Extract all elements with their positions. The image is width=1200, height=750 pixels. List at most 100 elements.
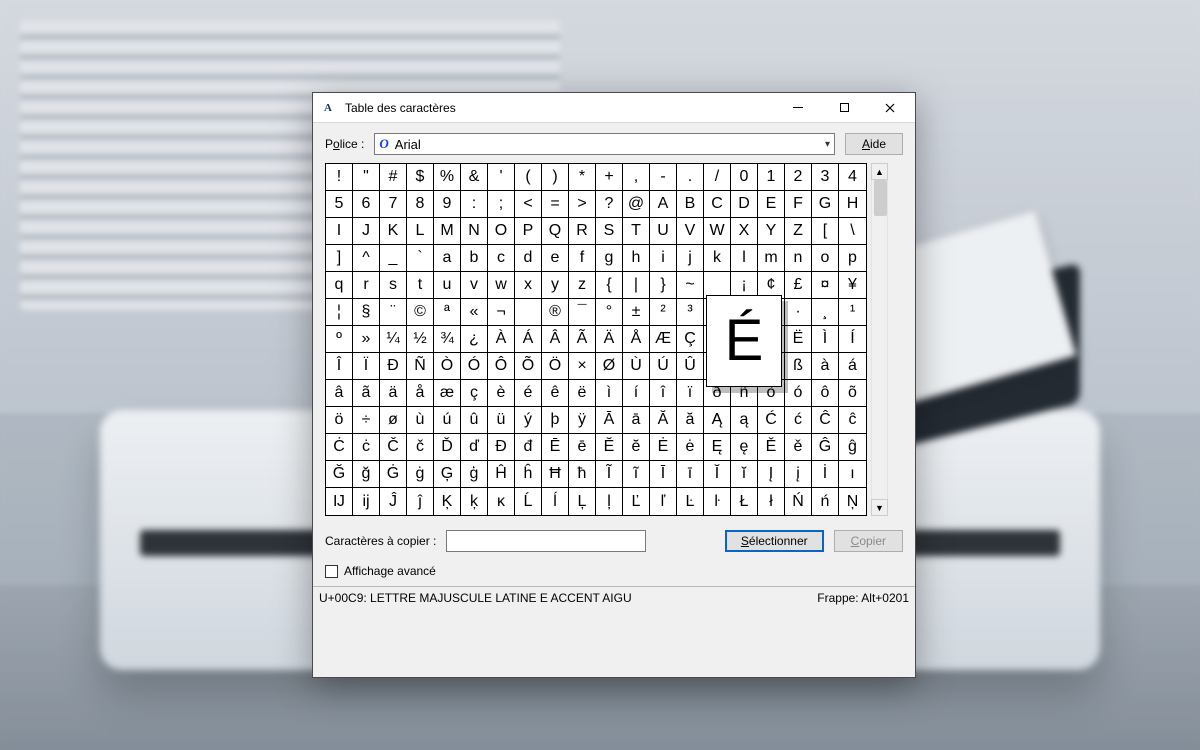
char-cell[interactable]: = — [542, 191, 569, 218]
char-cell[interactable]: £ — [785, 272, 812, 299]
char-cell[interactable]: H — [839, 191, 866, 218]
char-cell[interactable]: S — [596, 218, 623, 245]
char-cell[interactable]: v — [461, 272, 488, 299]
char-cell[interactable]: Ĳ — [326, 488, 353, 515]
char-cell[interactable]: ľ — [650, 488, 677, 515]
char-cell[interactable]: æ — [434, 380, 461, 407]
char-cell[interactable]: Ņ — [839, 488, 866, 515]
char-cell[interactable]: ô — [812, 380, 839, 407]
char-cell[interactable]: Ď — [434, 434, 461, 461]
char-cell[interactable]: Î — [326, 353, 353, 380]
char-cell[interactable]: @ — [623, 191, 650, 218]
char-cell[interactable]: ĉ — [839, 407, 866, 434]
char-cell[interactable]: & — [461, 164, 488, 191]
char-cell[interactable]: ­ — [515, 299, 542, 326]
char-cell[interactable]: Ĩ — [596, 461, 623, 488]
char-cell[interactable]: ī — [677, 461, 704, 488]
char-cell[interactable]: Æ — [650, 326, 677, 353]
char-cell[interactable]: 4 — [839, 164, 866, 191]
char-cell[interactable]: Ĝ — [812, 434, 839, 461]
char-cell[interactable]: À — [488, 326, 515, 353]
char-cell[interactable]: J — [353, 218, 380, 245]
char-cell[interactable]: [ — [812, 218, 839, 245]
char-cell[interactable]: ¤ — [812, 272, 839, 299]
char-cell[interactable]: < — [515, 191, 542, 218]
char-cell[interactable]: | — [623, 272, 650, 299]
char-cell[interactable]: Í — [839, 326, 866, 353]
char-cell[interactable]: u — [434, 272, 461, 299]
char-cell[interactable]: ĕ — [623, 434, 650, 461]
char-cell[interactable]: ď — [461, 434, 488, 461]
char-cell[interactable]: é — [515, 380, 542, 407]
char-cell[interactable]: d — [515, 245, 542, 272]
char-cell[interactable]: Ĭ — [704, 461, 731, 488]
char-cell[interactable]: y — [542, 272, 569, 299]
char-cell[interactable]: à — [812, 353, 839, 380]
char-cell[interactable]: × — [569, 353, 596, 380]
char-cell[interactable]: ı — [839, 461, 866, 488]
scroll-thumb[interactable] — [874, 180, 887, 216]
char-cell[interactable]: z — [569, 272, 596, 299]
char-cell[interactable]: è — [488, 380, 515, 407]
maximize-button[interactable] — [821, 93, 867, 123]
char-cell[interactable]: Q — [542, 218, 569, 245]
char-cell[interactable]: K — [380, 218, 407, 245]
char-cell[interactable]: ē — [569, 434, 596, 461]
char-cell[interactable]: ĺ — [542, 488, 569, 515]
char-cell[interactable]: ú — [434, 407, 461, 434]
char-cell[interactable]: G — [812, 191, 839, 218]
char-cell[interactable]: ~ — [677, 272, 704, 299]
char-cell[interactable]: Ñ — [407, 353, 434, 380]
char-cell[interactable]: P — [515, 218, 542, 245]
char-cell[interactable]: s — [380, 272, 407, 299]
char-cell[interactable]: « — [461, 299, 488, 326]
minimize-button[interactable] — [775, 93, 821, 123]
char-cell[interactable]: û — [461, 407, 488, 434]
char-cell[interactable]: Ģ — [434, 461, 461, 488]
char-cell[interactable]: ß — [785, 353, 812, 380]
char-cell[interactable]: I — [326, 218, 353, 245]
char-cell[interactable]: Â — [542, 326, 569, 353]
char-cell[interactable]: å — [407, 380, 434, 407]
char-cell[interactable]: ā — [623, 407, 650, 434]
char-cell[interactable]: , — [623, 164, 650, 191]
char-cell[interactable]: b — [461, 245, 488, 272]
font-dropdown[interactable]: O Arial ▾ — [374, 133, 835, 155]
char-cell[interactable]: Ĕ — [596, 434, 623, 461]
char-cell[interactable]: ª — [434, 299, 461, 326]
char-cell[interactable]: į — [785, 461, 812, 488]
char-cell[interactable]: Ŀ — [677, 488, 704, 515]
titlebar[interactable]: A Table des caractères — [313, 93, 915, 123]
char-cell[interactable]: î — [650, 380, 677, 407]
char-cell[interactable]: g — [596, 245, 623, 272]
char-cell[interactable]: ¼ — [380, 326, 407, 353]
char-cell[interactable]: ø — [380, 407, 407, 434]
char-cell[interactable]: ? — [596, 191, 623, 218]
char-cell[interactable]: ± — [623, 299, 650, 326]
char-cell[interactable]: R — [569, 218, 596, 245]
char-cell[interactable]: ã — [353, 380, 380, 407]
char-cell[interactable]: O — [488, 218, 515, 245]
char-cell[interactable]: 9 — [434, 191, 461, 218]
char-cell[interactable]: ï — [677, 380, 704, 407]
char-cell[interactable]: Ö — [542, 353, 569, 380]
char-cell[interactable]: 3 — [812, 164, 839, 191]
char-cell[interactable]: ¸ — [812, 299, 839, 326]
char-cell[interactable]: Ð — [380, 353, 407, 380]
char-cell[interactable]: ć — [785, 407, 812, 434]
char-cell[interactable]: ® — [542, 299, 569, 326]
char-cell[interactable]: c — [488, 245, 515, 272]
char-cell[interactable]: ^ — [353, 245, 380, 272]
char-cell[interactable]: đ — [515, 434, 542, 461]
scroll-track[interactable] — [871, 180, 888, 499]
char-cell[interactable]: Ĉ — [812, 407, 839, 434]
char-cell[interactable]: L — [407, 218, 434, 245]
char-cell[interactable]: > — [569, 191, 596, 218]
char-cell[interactable]: n — [785, 245, 812, 272]
help-button[interactable]: Aide — [845, 133, 903, 155]
char-cell[interactable]: í — [623, 380, 650, 407]
char-cell[interactable]: Ì — [812, 326, 839, 353]
char-cell[interactable]: C — [704, 191, 731, 218]
char-cell[interactable]: þ — [542, 407, 569, 434]
char-cell[interactable]: Ī — [650, 461, 677, 488]
